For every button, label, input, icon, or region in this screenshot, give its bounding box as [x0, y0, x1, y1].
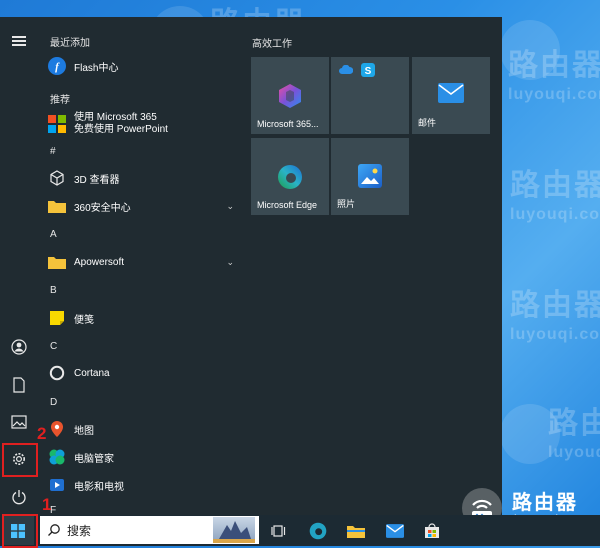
start-button-highlight-box — [2, 514, 38, 548]
user-icon — [11, 339, 27, 355]
maps-icon — [48, 420, 66, 438]
movies-icon — [48, 476, 66, 494]
app-flash[interactable]: f Flash中心 — [48, 53, 238, 79]
app-label: 3D 查看器 — [74, 174, 120, 186]
start-menu: 最近添加 f Flash中心 推荐 使用 Microsoft 365 免费使用 … — [0, 17, 502, 516]
watermark: 路由器 luyouqi.com — [508, 49, 600, 103]
app-cortana[interactable]: Cortana — [48, 360, 238, 386]
search-highlight-image — [213, 517, 255, 543]
app-label: Flash中心 — [74, 62, 119, 74]
app-movies-tv[interactable]: 电影和电视 — [48, 472, 238, 498]
pc-manager-icon — [48, 448, 66, 466]
search-icon — [48, 524, 60, 536]
edge-icon — [277, 164, 303, 195]
watermark: 路由器 luyouqi.com — [510, 289, 600, 343]
store-icon — [425, 522, 439, 538]
power-icon — [12, 490, 26, 505]
app-label: 360安全中心 — [74, 202, 131, 214]
document-icon — [13, 377, 25, 393]
app-label: 地图 — [74, 425, 94, 437]
folder-icon — [48, 197, 66, 215]
app-label: 电影和电视 — [74, 481, 124, 493]
tile-microsoft-365[interactable]: Microsoft 365... — [251, 57, 329, 134]
recent-header: 最近添加 — [50, 38, 90, 49]
letter-header-c[interactable]: C — [50, 341, 57, 352]
folder-apowersoft[interactable]: Apowersoft ⌄ — [48, 249, 238, 275]
letter-header-d[interactable]: D — [50, 397, 57, 408]
photos-icon — [358, 164, 382, 193]
taskbar-edge-button[interactable] — [305, 518, 331, 543]
app-label: 便笺 — [74, 314, 94, 326]
task-view-icon — [271, 524, 286, 537]
taskbar-file-explorer-button[interactable] — [343, 518, 369, 543]
task-view-button[interactable] — [266, 518, 292, 543]
m365-icon — [277, 83, 303, 114]
taskbar-search-box[interactable]: 搜索 — [40, 516, 259, 544]
mail-icon — [438, 83, 464, 108]
hamburger-menu-button[interactable] — [0, 23, 38, 59]
cortana-icon — [48, 364, 66, 382]
app-3d-viewer[interactable]: 3D 查看器 — [48, 165, 238, 191]
onedrive-skype-icon: S — [339, 63, 375, 77]
tile-label: 邮件 — [418, 118, 437, 128]
app-sticky-notes[interactable]: 便笺 — [48, 305, 238, 331]
app-maps[interactable]: 地图 — [48, 416, 238, 442]
taskbar: 搜索 — [0, 515, 600, 546]
annotation-step-2: 2 — [37, 424, 47, 443]
app-list: 最近添加 f Flash中心 推荐 使用 Microsoft 365 免费使用 … — [40, 17, 238, 516]
tile-photos[interactable]: 照片 — [331, 138, 409, 215]
app-label: Cortana — [74, 367, 110, 379]
tile-edge[interactable]: Microsoft Edge — [251, 138, 329, 215]
flash-icon: f — [48, 57, 66, 75]
taskbar-mail-button[interactable] — [382, 518, 408, 543]
folder-icon — [48, 253, 66, 271]
office-icon — [48, 115, 66, 133]
start-rail — [0, 17, 38, 515]
app-microsoft-365-promo[interactable]: 使用 Microsoft 365 免费使用 PowerPoint — [48, 109, 238, 139]
hamburger-icon — [12, 40, 26, 42]
folder-icon — [347, 525, 365, 538]
pictures-button[interactable] — [0, 404, 38, 440]
tiles-group-header: 高效工作 — [252, 39, 292, 50]
watermark: 路由器 luyouqi.com — [510, 169, 600, 223]
watermark: 路由器 luyouqi.com — [548, 407, 600, 461]
mail-icon — [386, 523, 404, 538]
letter-header-a[interactable]: A — [50, 229, 57, 240]
taskbar-store-button[interactable] — [419, 518, 445, 543]
chevron-down-icon: ⌄ — [226, 256, 234, 267]
edge-icon — [309, 522, 327, 539]
letter-header-b[interactable]: B — [50, 285, 57, 296]
picture-icon — [11, 415, 27, 429]
documents-button[interactable] — [0, 367, 38, 403]
svg-text:S: S — [365, 66, 372, 77]
cube-icon — [48, 169, 66, 187]
tile-label: 照片 — [337, 199, 356, 209]
recommended-header: 推荐 — [50, 95, 70, 106]
app-pc-manager[interactable]: 电脑管家 — [48, 444, 238, 470]
power-button[interactable] — [0, 479, 38, 515]
app-label: 使用 Microsoft 365 免费使用 PowerPoint — [74, 112, 168, 135]
app-label: 电脑管家 — [74, 453, 114, 465]
search-label: 搜索 — [67, 523, 92, 538]
tile-onedrive-skype[interactable]: S — [331, 57, 409, 134]
brand-name: 路由器 — [512, 492, 578, 514]
user-account-button[interactable] — [0, 329, 38, 365]
folder-360[interactable]: 360安全中心 ⌄ — [48, 193, 238, 219]
tile-mail[interactable]: 邮件 — [412, 57, 490, 134]
sticky-notes-icon — [48, 309, 66, 327]
annotation-step-1: 1 — [42, 495, 52, 514]
letter-header-hash[interactable]: # — [50, 146, 56, 157]
tile-label: Microsoft 365... — [257, 119, 319, 129]
settings-highlight-box — [2, 443, 38, 477]
chevron-down-icon: ⌄ — [226, 200, 234, 211]
tile-label: Microsoft Edge — [257, 200, 318, 210]
app-label: Apowersoft — [74, 256, 125, 268]
